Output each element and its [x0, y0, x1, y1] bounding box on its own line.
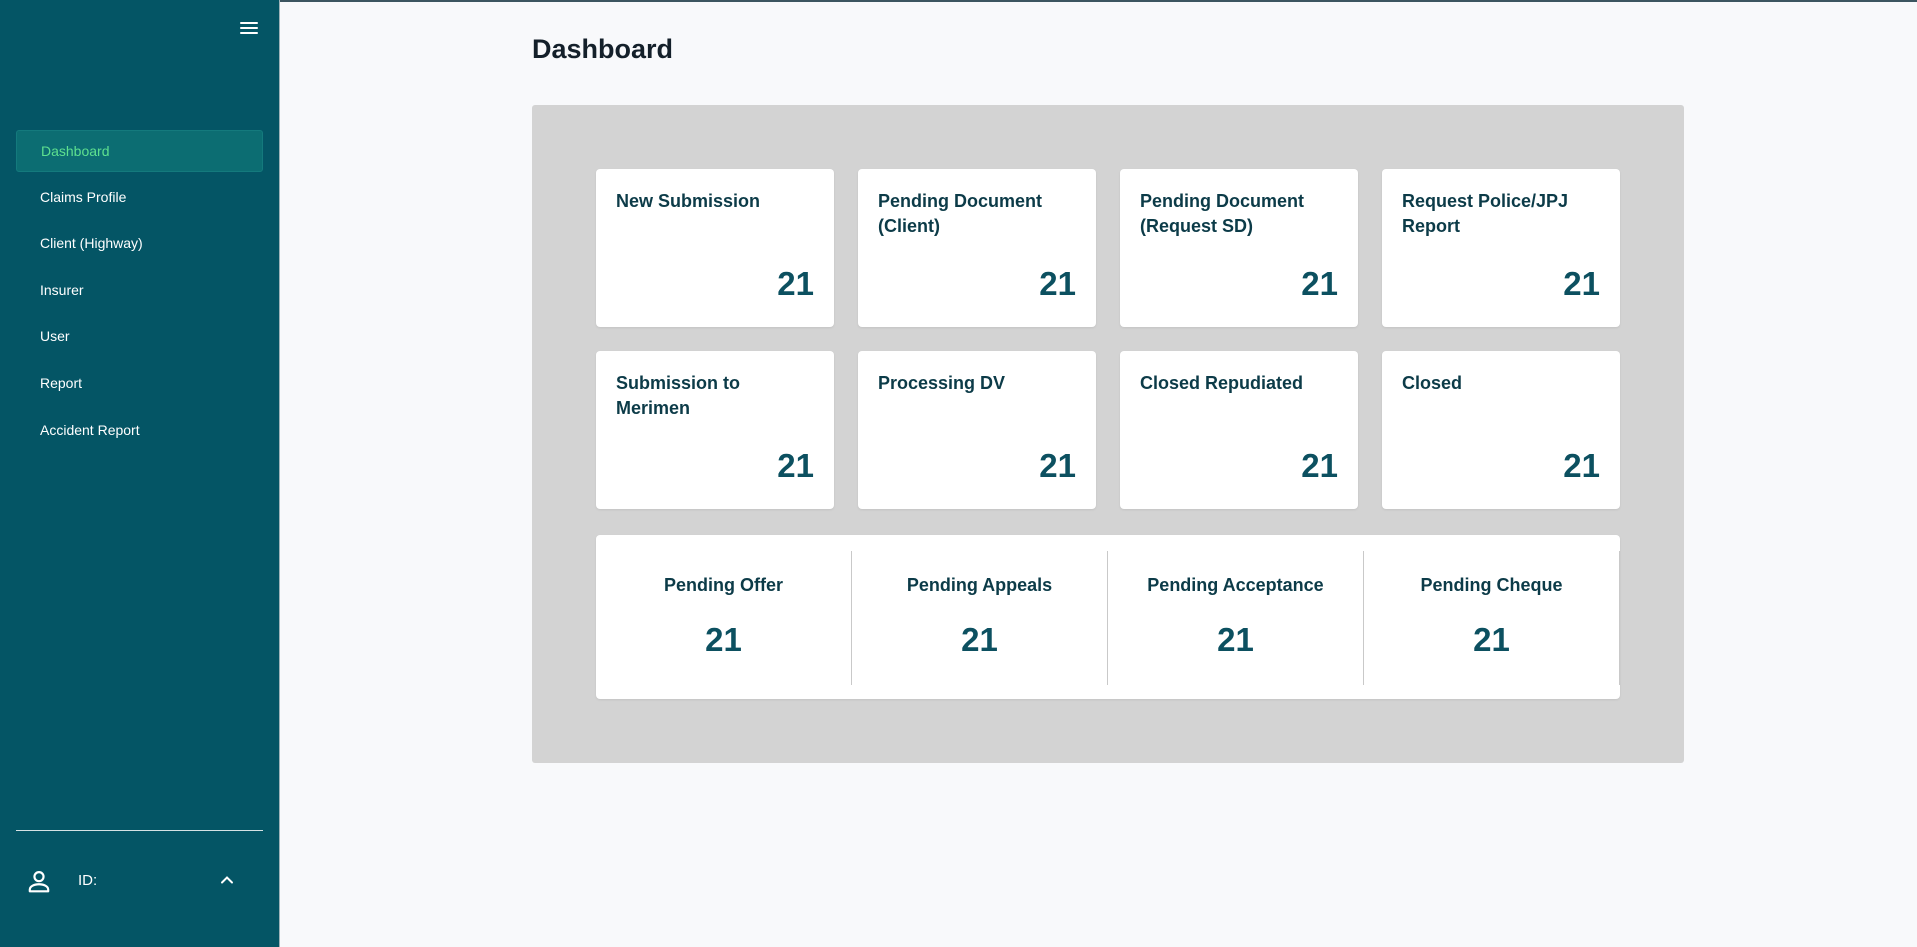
card-submission-to-merimen[interactable]: Submission to Merimen 21 — [596, 351, 834, 509]
pending-acceptance[interactable]: Pending Acceptance 21 — [1108, 551, 1364, 685]
card-processing-dv[interactable]: Processing DV 21 — [858, 351, 1096, 509]
card-label: Closed — [1402, 373, 1463, 393]
pending-offer[interactable]: Pending Offer 21 — [596, 551, 852, 685]
card-closed-repudiated[interactable]: Closed Repudiated 21 — [1120, 351, 1358, 509]
user-icon — [28, 871, 50, 893]
card-pending-document-request-sd[interactable]: Pending Document (Request SD) 21 — [1120, 169, 1358, 327]
card-closed[interactable]: Closed 21 — [1382, 351, 1620, 509]
sidebar-item-report[interactable]: Report — [16, 363, 263, 405]
sidebar-item-dashboard[interactable]: Dashboard — [16, 130, 263, 172]
page-title: Dashboard — [532, 34, 674, 64]
pending-count: 21 — [1473, 621, 1510, 658]
top-border — [0, 0, 1917, 2]
chevron-up-icon[interactable] — [220, 873, 234, 887]
pending-count: 21 — [705, 621, 742, 658]
pending-count: 21 — [961, 621, 998, 658]
card-label: Pending Document (Request SD) — [1140, 191, 1305, 236]
dashboard-panel: New Submission 21 Pending Document (Clie… — [532, 105, 1684, 763]
card-label: Submission to Merimen — [616, 373, 741, 418]
sidebar-item-client-highway[interactable]: Client (Highway) — [16, 223, 263, 265]
card-label: Processing DV — [878, 373, 1006, 393]
sidebar-item-accident-report[interactable]: Accident Report — [16, 410, 263, 452]
pending-label: Pending Appeals — [906, 575, 1053, 595]
card-count: 21 — [1301, 447, 1338, 484]
hamburger-menu-icon[interactable] — [240, 22, 258, 36]
sidebar-item-claims-profile[interactable]: Claims Profile — [16, 177, 263, 219]
card-new-submission[interactable]: New Submission 21 — [596, 169, 834, 327]
pending-label: Pending Acceptance — [1147, 575, 1324, 595]
pending-appeals[interactable]: Pending Appeals 21 — [852, 551, 1108, 685]
card-request-police-jpj-report[interactable]: Request Police/JPJ Report 21 — [1382, 169, 1620, 327]
card-count: 21 — [1039, 265, 1076, 302]
sidebar-item-user[interactable]: User — [16, 316, 263, 358]
card-label: Closed Repudiated — [1140, 373, 1304, 393]
sidebar-item-insurer[interactable]: Insurer — [16, 270, 263, 312]
pending-count: 21 — [1217, 621, 1254, 658]
card-count: 21 — [777, 447, 814, 484]
card-count: 21 — [1563, 265, 1600, 302]
pending-label: Pending Cheque — [1420, 575, 1563, 595]
sidebar-edge — [279, 0, 280, 947]
card-count: 21 — [1301, 265, 1338, 302]
pending-label: Pending Offer — [663, 575, 783, 595]
user-id-label: ID: — [78, 872, 98, 889]
card-pending-document-client[interactable]: Pending Document (Client) 21 — [858, 169, 1096, 327]
card-label: New Submission — [616, 191, 761, 211]
sidebar: Dashboard Claims Profile Client (Highway… — [0, 0, 279, 947]
sidebar-divider — [16, 830, 263, 831]
card-label: Request Police/JPJ Report — [1402, 191, 1569, 236]
card-label: Pending Document (Client) — [878, 191, 1043, 236]
card-count: 21 — [1563, 447, 1600, 484]
card-count: 21 — [777, 265, 814, 302]
card-count: 21 — [1039, 447, 1076, 484]
pending-summary: Pending Offer 21 Pending Appeals 21 Pend… — [596, 535, 1620, 699]
pending-cheque[interactable]: Pending Cheque 21 — [1364, 551, 1620, 685]
user-menu[interactable]: ID: — [16, 858, 263, 904]
sidebar-nav: Dashboard Claims Profile Client (Highway… — [16, 130, 263, 456]
